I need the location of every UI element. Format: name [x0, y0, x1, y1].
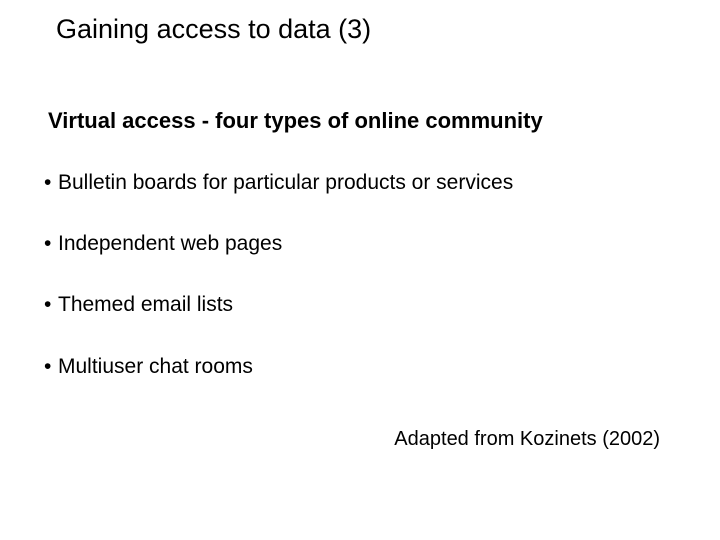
bullet-icon: •	[44, 170, 58, 195]
list-item: •Multiuser chat rooms	[44, 354, 513, 379]
bullet-text: Themed email lists	[58, 293, 233, 316]
bullet-icon: •	[44, 231, 58, 256]
list-item: •Themed email lists	[44, 292, 513, 317]
list-item: •Independent web pages	[44, 231, 513, 256]
slide: Gaining access to data (3) Virtual acces…	[0, 0, 720, 540]
slide-title: Gaining access to data (3)	[56, 14, 371, 45]
bullet-list: •Bulletin boards for particular products…	[44, 170, 513, 415]
attribution-text: Adapted from Kozinets (2002)	[394, 428, 660, 451]
bullet-text: Independent web pages	[58, 232, 282, 255]
bullet-icon: •	[44, 292, 58, 317]
bullet-text: Bulletin boards for particular products …	[58, 171, 513, 194]
slide-subheading: Virtual access - four types of online co…	[48, 108, 543, 134]
list-item: •Bulletin boards for particular products…	[44, 170, 513, 195]
bullet-icon: •	[44, 354, 58, 379]
bullet-text: Multiuser chat rooms	[58, 355, 253, 378]
